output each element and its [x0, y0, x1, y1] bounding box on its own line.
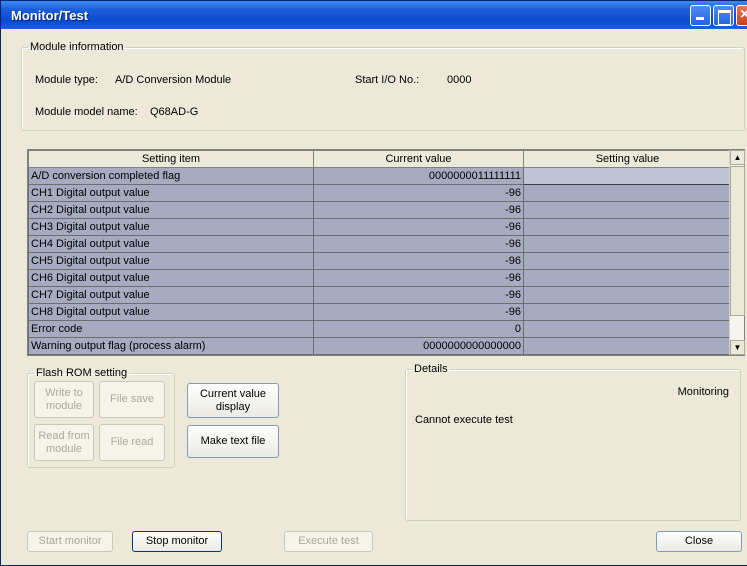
module-model-value: Q68AD-G — [150, 106, 199, 118]
current-value-cell: 0000000011111111 — [313, 167, 524, 185]
start-io-value: 0000 — [447, 74, 472, 86]
table-row[interactable]: CH2 Digital output value -96 — [28, 201, 732, 219]
setting-grid: Setting item Current value Setting value… — [27, 149, 745, 356]
setting-item-cell: A/D conversion completed flag — [28, 167, 314, 185]
header-setting-value[interactable]: Setting value — [523, 150, 732, 168]
details-message: Cannot execute test — [415, 414, 513, 426]
close-button[interactable]: Close — [656, 531, 742, 552]
scroll-down-icon[interactable]: ▼ — [730, 340, 745, 355]
table-row[interactable]: CH8 Digital output value -96 — [28, 303, 732, 321]
current-value-cell: -96 — [313, 286, 524, 304]
title-bar[interactable]: Monitor/Test × — [1, 1, 747, 29]
scroll-thumb[interactable] — [730, 166, 745, 316]
table-row[interactable]: A/D conversion completed flag 00000000111… — [28, 167, 732, 185]
setting-value-cell[interactable] — [523, 201, 732, 219]
flash-rom-legend: Flash ROM setting — [36, 367, 128, 379]
table-row[interactable]: Error code 0 — [28, 320, 732, 338]
module-type-label: Module type: — [35, 74, 98, 86]
close-window-button[interactable]: × — [736, 5, 747, 26]
setting-value-cell[interactable] — [523, 252, 732, 270]
current-value-cell: -96 — [313, 184, 524, 202]
window-title: Monitor/Test — [11, 8, 89, 23]
header-setting-item[interactable]: Setting item — [28, 150, 314, 168]
setting-value-cell[interactable] — [523, 286, 732, 304]
setting-item-cell: Error code — [28, 320, 314, 338]
start-io-label: Start I/O No.: — [355, 74, 420, 86]
table-header-row: Setting item Current value Setting value — [28, 150, 732, 168]
table-row[interactable]: CH1 Digital output value -96 — [28, 184, 732, 202]
setting-item-cell: CH4 Digital output value — [28, 235, 314, 253]
table-row[interactable]: CH3 Digital output value -96 — [28, 218, 732, 236]
setting-item-cell: CH6 Digital output value — [28, 269, 314, 287]
setting-value-cell[interactable] — [523, 337, 732, 355]
execute-test-button[interactable]: Execute test — [284, 531, 373, 552]
write-to-module-button[interactable]: Write to module — [34, 381, 94, 418]
table-row[interactable]: CH5 Digital output value -96 — [28, 252, 732, 270]
current-value-cell: -96 — [313, 252, 524, 270]
stop-monitor-button[interactable]: Stop monitor — [132, 531, 222, 552]
setting-item-cell: CH8 Digital output value — [28, 303, 314, 321]
scroll-up-icon[interactable]: ▲ — [730, 150, 745, 165]
current-value-cell: 0 — [313, 320, 524, 338]
close-icon: × — [740, 6, 747, 23]
current-value-cell: -96 — [313, 269, 524, 287]
setting-item-cell: Warning output flag (process alarm) — [28, 337, 314, 355]
module-information-legend: Module information — [30, 41, 124, 53]
current-value-cell: -96 — [313, 235, 524, 253]
setting-item-cell: CH5 Digital output value — [28, 252, 314, 270]
setting-item-cell: CH1 Digital output value — [28, 184, 314, 202]
setting-table: Setting item Current value Setting value… — [28, 150, 732, 355]
table-row[interactable]: CH4 Digital output value -96 — [28, 235, 732, 253]
file-save-button[interactable]: File save — [99, 381, 165, 418]
current-value-cell: 0000000000000000 — [313, 337, 524, 355]
make-text-file-button[interactable]: Make text file — [187, 425, 279, 458]
setting-item-cell: CH2 Digital output value — [28, 201, 314, 219]
current-value-cell: -96 — [313, 201, 524, 219]
module-type-value: A/D Conversion Module — [115, 74, 232, 86]
current-value-cell: -96 — [313, 218, 524, 236]
current-value-cell: -96 — [313, 303, 524, 321]
setting-value-cell[interactable] — [523, 320, 732, 338]
table-row[interactable]: Warning output flag (process alarm) 00000… — [28, 337, 732, 355]
file-read-button[interactable]: File read — [99, 424, 165, 461]
details-legend: Details — [414, 363, 448, 375]
current-value-display-button[interactable]: Current value display — [187, 383, 279, 418]
start-monitor-button[interactable]: Start monitor — [27, 531, 113, 552]
minimize-button[interactable] — [690, 5, 711, 26]
module-model-label: Module model name: — [35, 106, 138, 118]
details-status: Monitoring — [677, 386, 729, 398]
maximize-button[interactable] — [713, 5, 734, 26]
setting-item-cell: CH3 Digital output value — [28, 218, 314, 236]
setting-value-cell[interactable] — [523, 184, 732, 202]
setting-value-cell[interactable] — [523, 269, 732, 287]
monitor-test-window: Monitor/Test × Module information Module… — [0, 0, 747, 566]
setting-value-cell[interactable] — [523, 303, 732, 321]
setting-value-cell[interactable] — [523, 218, 732, 236]
header-current-value[interactable]: Current value — [313, 150, 524, 168]
table-row[interactable]: CH7 Digital output value -96 — [28, 286, 732, 304]
vertical-scrollbar[interactable]: ▲ ▼ — [729, 150, 745, 355]
read-from-module-button[interactable]: Read from module — [34, 424, 94, 461]
table-row[interactable]: CH6 Digital output value -96 — [28, 269, 732, 287]
setting-value-cell[interactable] — [523, 167, 732, 185]
setting-item-cell: CH7 Digital output value — [28, 286, 314, 304]
setting-value-cell[interactable] — [523, 235, 732, 253]
